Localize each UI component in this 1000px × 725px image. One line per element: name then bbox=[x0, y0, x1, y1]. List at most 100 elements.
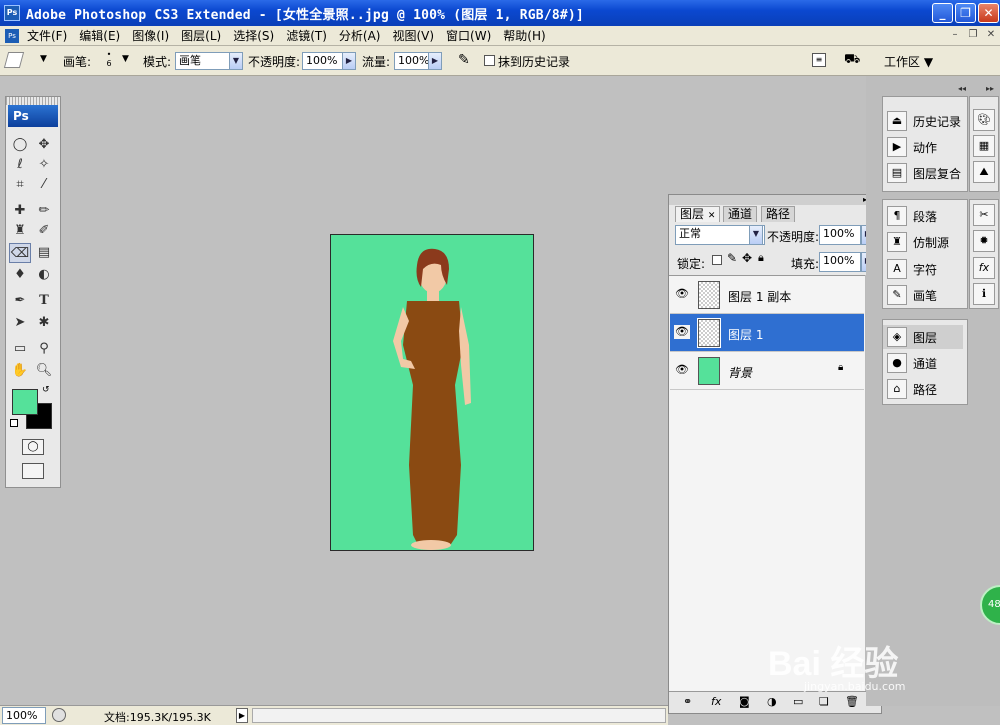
tool-presets-icon[interactable]: ✂ bbox=[973, 204, 995, 226]
zoom-tool-icon[interactable]: 🔍︎ bbox=[33, 361, 55, 381]
dodge-tool-icon[interactable]: ◐ bbox=[33, 265, 55, 285]
mode-dropdown-icon[interactable]: ▼ bbox=[229, 52, 243, 70]
tab-paths[interactable]: 路径 bbox=[761, 206, 796, 222]
slice-tool-icon[interactable]: ⁄ bbox=[33, 175, 55, 195]
status-menu-arrow-icon[interactable]: ▶ bbox=[236, 708, 248, 723]
opacity-input[interactable]: 100% bbox=[302, 52, 344, 70]
brush-dropdown-icon[interactable]: ▼ bbox=[122, 54, 129, 64]
tab-layers[interactable]: 图层 ✕ bbox=[675, 206, 721, 222]
swatches-icon[interactable]: ▦ bbox=[973, 135, 995, 157]
screen-mode-icon[interactable] bbox=[22, 463, 44, 479]
restore-button[interactable]: ❐ bbox=[955, 3, 976, 23]
eraser-tool-preset-icon[interactable] bbox=[3, 52, 25, 68]
menu-filter[interactable]: 滤镜(T) bbox=[286, 27, 327, 44]
dock-item-actions[interactable]: ▶ 动作 bbox=[883, 135, 937, 159]
opacity-slider-arrow-icon[interactable]: ▶ bbox=[342, 52, 356, 70]
layers-panel-header[interactable] bbox=[669, 195, 881, 205]
layer-style-icon[interactable]: fx bbox=[711, 695, 721, 708]
dock-item-history[interactable]: ⏏ 历史记录 bbox=[883, 109, 961, 133]
dock-item-paragraph[interactable]: ¶ 段落 bbox=[883, 204, 937, 228]
menu-file[interactable]: 文件(F) bbox=[27, 27, 67, 44]
menu-window[interactable]: 窗口(W) bbox=[446, 27, 491, 44]
dock-collapse-right-icon[interactable]: ▸▸ bbox=[986, 84, 994, 93]
adjustment-layer-icon[interactable]: ◑ bbox=[767, 695, 777, 708]
menu-image[interactable]: 图像(I) bbox=[132, 27, 169, 44]
menu-help[interactable]: 帮助(H) bbox=[503, 27, 545, 44]
visibility-eye-icon[interactable]: 👁︎ bbox=[674, 287, 690, 301]
document-canvas[interactable] bbox=[330, 234, 534, 551]
bridge-icon[interactable]: ⛟ bbox=[844, 52, 864, 68]
dock-item-layer-comps[interactable]: ▤ 图层复合 bbox=[883, 161, 961, 185]
doc-minimize-button[interactable]: – bbox=[948, 29, 962, 42]
minimize-button[interactable]: _ bbox=[932, 3, 953, 23]
dock-item-character[interactable]: A 字符 bbox=[883, 257, 937, 281]
new-group-icon[interactable]: ▭ bbox=[793, 695, 803, 708]
visibility-eye-icon[interactable]: 👁︎ bbox=[674, 363, 690, 377]
lock-all-icon[interactable]: 🔒︎ bbox=[758, 251, 764, 265]
lasso-tool-icon[interactable]: ℓ bbox=[9, 155, 31, 175]
fill-input[interactable]: 100% bbox=[819, 252, 861, 272]
menu-layer[interactable]: 图层(L) bbox=[181, 27, 221, 44]
magic-wand-tool-icon[interactable]: ✧ bbox=[33, 155, 55, 175]
blend-mode-dropdown-icon[interactable]: ▼ bbox=[749, 225, 763, 245]
visibility-eye-icon[interactable]: 👁︎ bbox=[674, 325, 690, 339]
link-layers-icon[interactable]: ⚭ bbox=[683, 695, 692, 708]
quick-mask-icon[interactable]: ◯ bbox=[22, 439, 44, 455]
eraser-tool-icon[interactable]: ⌫ bbox=[9, 243, 31, 263]
doc-restore-button[interactable]: ❐ bbox=[966, 29, 980, 42]
path-selection-tool-icon[interactable]: ➤ bbox=[9, 313, 31, 333]
palette-well-icon[interactable]: ≡ bbox=[812, 53, 826, 67]
tab-close-icon[interactable]: ✕ bbox=[708, 211, 716, 221]
history-brush-tool-icon[interactable]: ✐ bbox=[33, 221, 55, 241]
color-palette-icon[interactable]: 🎨︎ bbox=[973, 109, 995, 131]
zoom-field[interactable]: 100% bbox=[2, 707, 46, 724]
animation-icon[interactable]: ✹ bbox=[973, 230, 995, 252]
move-tool-icon[interactable]: ✥ bbox=[33, 135, 55, 155]
layer-row[interactable]: 👁︎ 背景 🔒︎ bbox=[670, 352, 864, 390]
delete-layer-icon[interactable]: 🗑︎ bbox=[845, 695, 859, 708]
healing-brush-tool-icon[interactable]: ✚ bbox=[9, 201, 31, 221]
foreground-color-swatch-top[interactable] bbox=[12, 389, 38, 415]
dock-item-channels[interactable]: ● 通道 bbox=[883, 351, 937, 375]
blur-tool-icon[interactable]: ♦ bbox=[9, 265, 31, 285]
layer-row-selected[interactable]: 👁︎ 图层 1 bbox=[670, 314, 864, 352]
dock-item-layers[interactable]: ◈ 图层 bbox=[883, 325, 963, 349]
lock-image-icon[interactable]: ✎ bbox=[727, 251, 737, 265]
status-preview-icon[interactable] bbox=[52, 708, 66, 722]
shape-tool-icon[interactable]: ✱ bbox=[33, 313, 55, 333]
info-icon[interactable]: ℹ bbox=[973, 283, 995, 305]
layer-opacity-input[interactable]: 100% bbox=[819, 225, 861, 245]
close-button[interactable]: ✕ bbox=[978, 3, 999, 23]
pen-tool-icon[interactable]: ✒ bbox=[9, 291, 31, 311]
menu-analysis[interactable]: 分析(A) bbox=[339, 27, 381, 44]
hand-tool-icon[interactable]: ✋ bbox=[9, 361, 31, 381]
dock-item-clone-source[interactable]: ♜ 仿制源 bbox=[883, 230, 949, 254]
dock-item-brushes[interactable]: ✎ 画笔 bbox=[883, 283, 937, 307]
dock-item-paths[interactable]: ⌂ 路径 bbox=[883, 377, 937, 401]
gradient-tool-icon[interactable]: ▤ bbox=[33, 243, 55, 263]
document-icon[interactable]: Ps bbox=[5, 28, 19, 43]
lock-transparency-icon[interactable] bbox=[712, 255, 722, 265]
notes-tool-icon[interactable]: ▭ bbox=[9, 339, 31, 359]
layer-mask-icon[interactable]: ◙ bbox=[739, 695, 750, 708]
marquee-tool-icon[interactable]: ◯ bbox=[9, 135, 31, 155]
swap-colors-icon[interactable]: ↺ bbox=[42, 385, 50, 395]
toolbox-grip[interactable] bbox=[6, 97, 60, 105]
layer-row[interactable]: 👁︎ 图层 1 副本 bbox=[670, 276, 864, 314]
toolbox-logo[interactable]: Ps bbox=[8, 105, 58, 127]
navigator-icon[interactable]: ⛰ bbox=[973, 161, 995, 183]
menu-select[interactable]: 选择(S) bbox=[233, 27, 274, 44]
workspace-button[interactable]: 工作区 ▼ bbox=[884, 53, 933, 70]
eyedropper-tool-icon[interactable]: ⚲ bbox=[33, 339, 55, 359]
dock-collapse-icon[interactable]: ◂◂ bbox=[958, 84, 966, 93]
doc-close-button[interactable]: ✕ bbox=[984, 29, 998, 42]
menu-edit[interactable]: 编辑(E) bbox=[79, 27, 120, 44]
brush-tool-icon[interactable]: ✏ bbox=[33, 201, 55, 221]
type-tool-icon[interactable]: T bbox=[33, 291, 55, 311]
preset-dropdown-icon[interactable]: ▼ bbox=[40, 54, 47, 64]
brush-preview[interactable]: • 6 bbox=[104, 50, 114, 68]
new-layer-icon[interactable]: ❏ bbox=[819, 695, 829, 708]
menu-view[interactable]: 视图(V) bbox=[392, 27, 434, 44]
horizontal-scrollbar[interactable] bbox=[252, 708, 666, 723]
default-colors-icon[interactable] bbox=[10, 419, 18, 427]
